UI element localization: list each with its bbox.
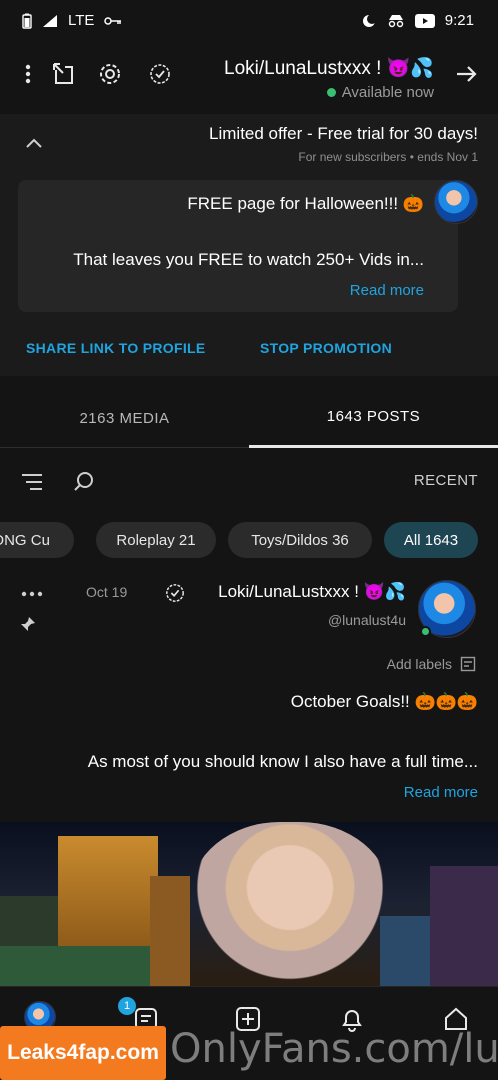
verified-badge-icon	[148, 58, 172, 90]
presence-status: Available now	[326, 84, 434, 101]
network-label: LTE	[68, 12, 95, 29]
battery-icon	[22, 13, 32, 29]
post-item: Oct 19 Loki/LunaLustxxx ! 😈💦 @lunalust4u…	[0, 570, 498, 820]
promo-subtitle: For new subscribers • ends Nov 1	[298, 150, 478, 164]
online-indicator	[420, 626, 431, 637]
search-icon[interactable]	[70, 468, 98, 496]
tab-posts[interactable]: 1643 POSTS	[249, 388, 498, 448]
status-bar: LTE 9:21	[0, 0, 498, 44]
more-vertical-icon[interactable]	[12, 58, 44, 90]
chip-toys[interactable]: Toys/Dildos 36	[228, 522, 372, 558]
post-author-name[interactable]: Loki/LunaLustxxx ! 😈💦	[218, 582, 406, 602]
share-link-button[interactable]: SHARE LINK TO PROFILE	[26, 340, 206, 356]
promo-message-card[interactable]: FREE page for Halloween!!! 🎃 That leaves…	[18, 180, 458, 312]
post-media-image[interactable]	[0, 822, 498, 986]
chip-roleplay[interactable]: Roleplay 21	[96, 522, 216, 558]
promo-read-more-link[interactable]: Read more	[350, 282, 424, 299]
verified-badge-icon	[164, 582, 186, 604]
post-title: October Goals!! 🎃🎃🎃	[290, 692, 478, 711]
post-date: Oct 19	[86, 584, 128, 600]
post-body: As most of you should know I also have a…	[87, 752, 478, 771]
collapse-chevron-icon[interactable]	[20, 130, 48, 158]
scene-building	[150, 876, 190, 986]
key-icon	[104, 16, 122, 26]
add-labels-label: Add labels	[386, 656, 452, 672]
stop-promotion-button[interactable]: STOP PROMOTION	[260, 340, 392, 356]
promo-card-text: That leaves you FREE to watch 250+ Vids …	[73, 250, 424, 269]
settings-gear-icon[interactable]	[94, 58, 126, 90]
more-horizontal-icon[interactable]	[20, 584, 44, 604]
promo-title: Limited offer - Free trial for 30 days!	[209, 124, 478, 143]
presence-label: Available now	[341, 84, 434, 101]
scene-person	[190, 822, 390, 986]
promo-card-title: FREE page for Halloween!!! 🎃	[187, 194, 424, 213]
watermark-logo: Leaks4fap.com	[0, 1026, 166, 1080]
share-icon[interactable]	[48, 58, 80, 90]
back-arrow-icon[interactable]	[450, 58, 482, 90]
sort-recent-label[interactable]: RECENT	[414, 472, 478, 489]
promo-avatar	[434, 180, 478, 224]
moon-icon	[361, 13, 377, 29]
filter-lines-icon[interactable]	[18, 468, 46, 496]
watermark-text: OnlyFans.com/lun	[170, 1026, 498, 1072]
chat-header: Loki/LunaLustxxx ! 😈💦 Available now	[0, 44, 498, 114]
filter-row: RECENT	[0, 460, 498, 504]
tab-media[interactable]: 2163 MEDIA	[0, 388, 249, 448]
add-labels-button[interactable]: Add labels	[387, 656, 476, 672]
clock: 9:21	[444, 12, 474, 29]
label-chips: LONG Cu Roleplay 21 Toys/Dildos 36 All 1…	[0, 518, 498, 564]
scene-building	[430, 866, 498, 986]
notification-badge: 1	[118, 997, 136, 1015]
signal-icon	[42, 14, 58, 28]
post-author-handle[interactable]: @lunalust4u	[328, 612, 406, 628]
incognito-icon	[387, 14, 405, 28]
chip-long[interactable]: LONG Cu	[0, 522, 74, 558]
post-read-more-link[interactable]: Read more	[404, 784, 478, 801]
scene-table	[0, 946, 150, 986]
online-indicator	[326, 88, 336, 97]
promotion-panel: Limited offer - Free trial for 30 days! …	[0, 114, 498, 376]
chip-all[interactable]: All 1643	[384, 522, 478, 558]
label-tag-icon	[460, 656, 476, 672]
pin-icon[interactable]	[18, 614, 38, 634]
profile-tabs: 2163 MEDIA 1643 POSTS	[0, 388, 498, 448]
youtube-icon	[414, 13, 435, 28]
chat-title: Loki/LunaLustxxx ! 😈💦	[224, 58, 434, 79]
